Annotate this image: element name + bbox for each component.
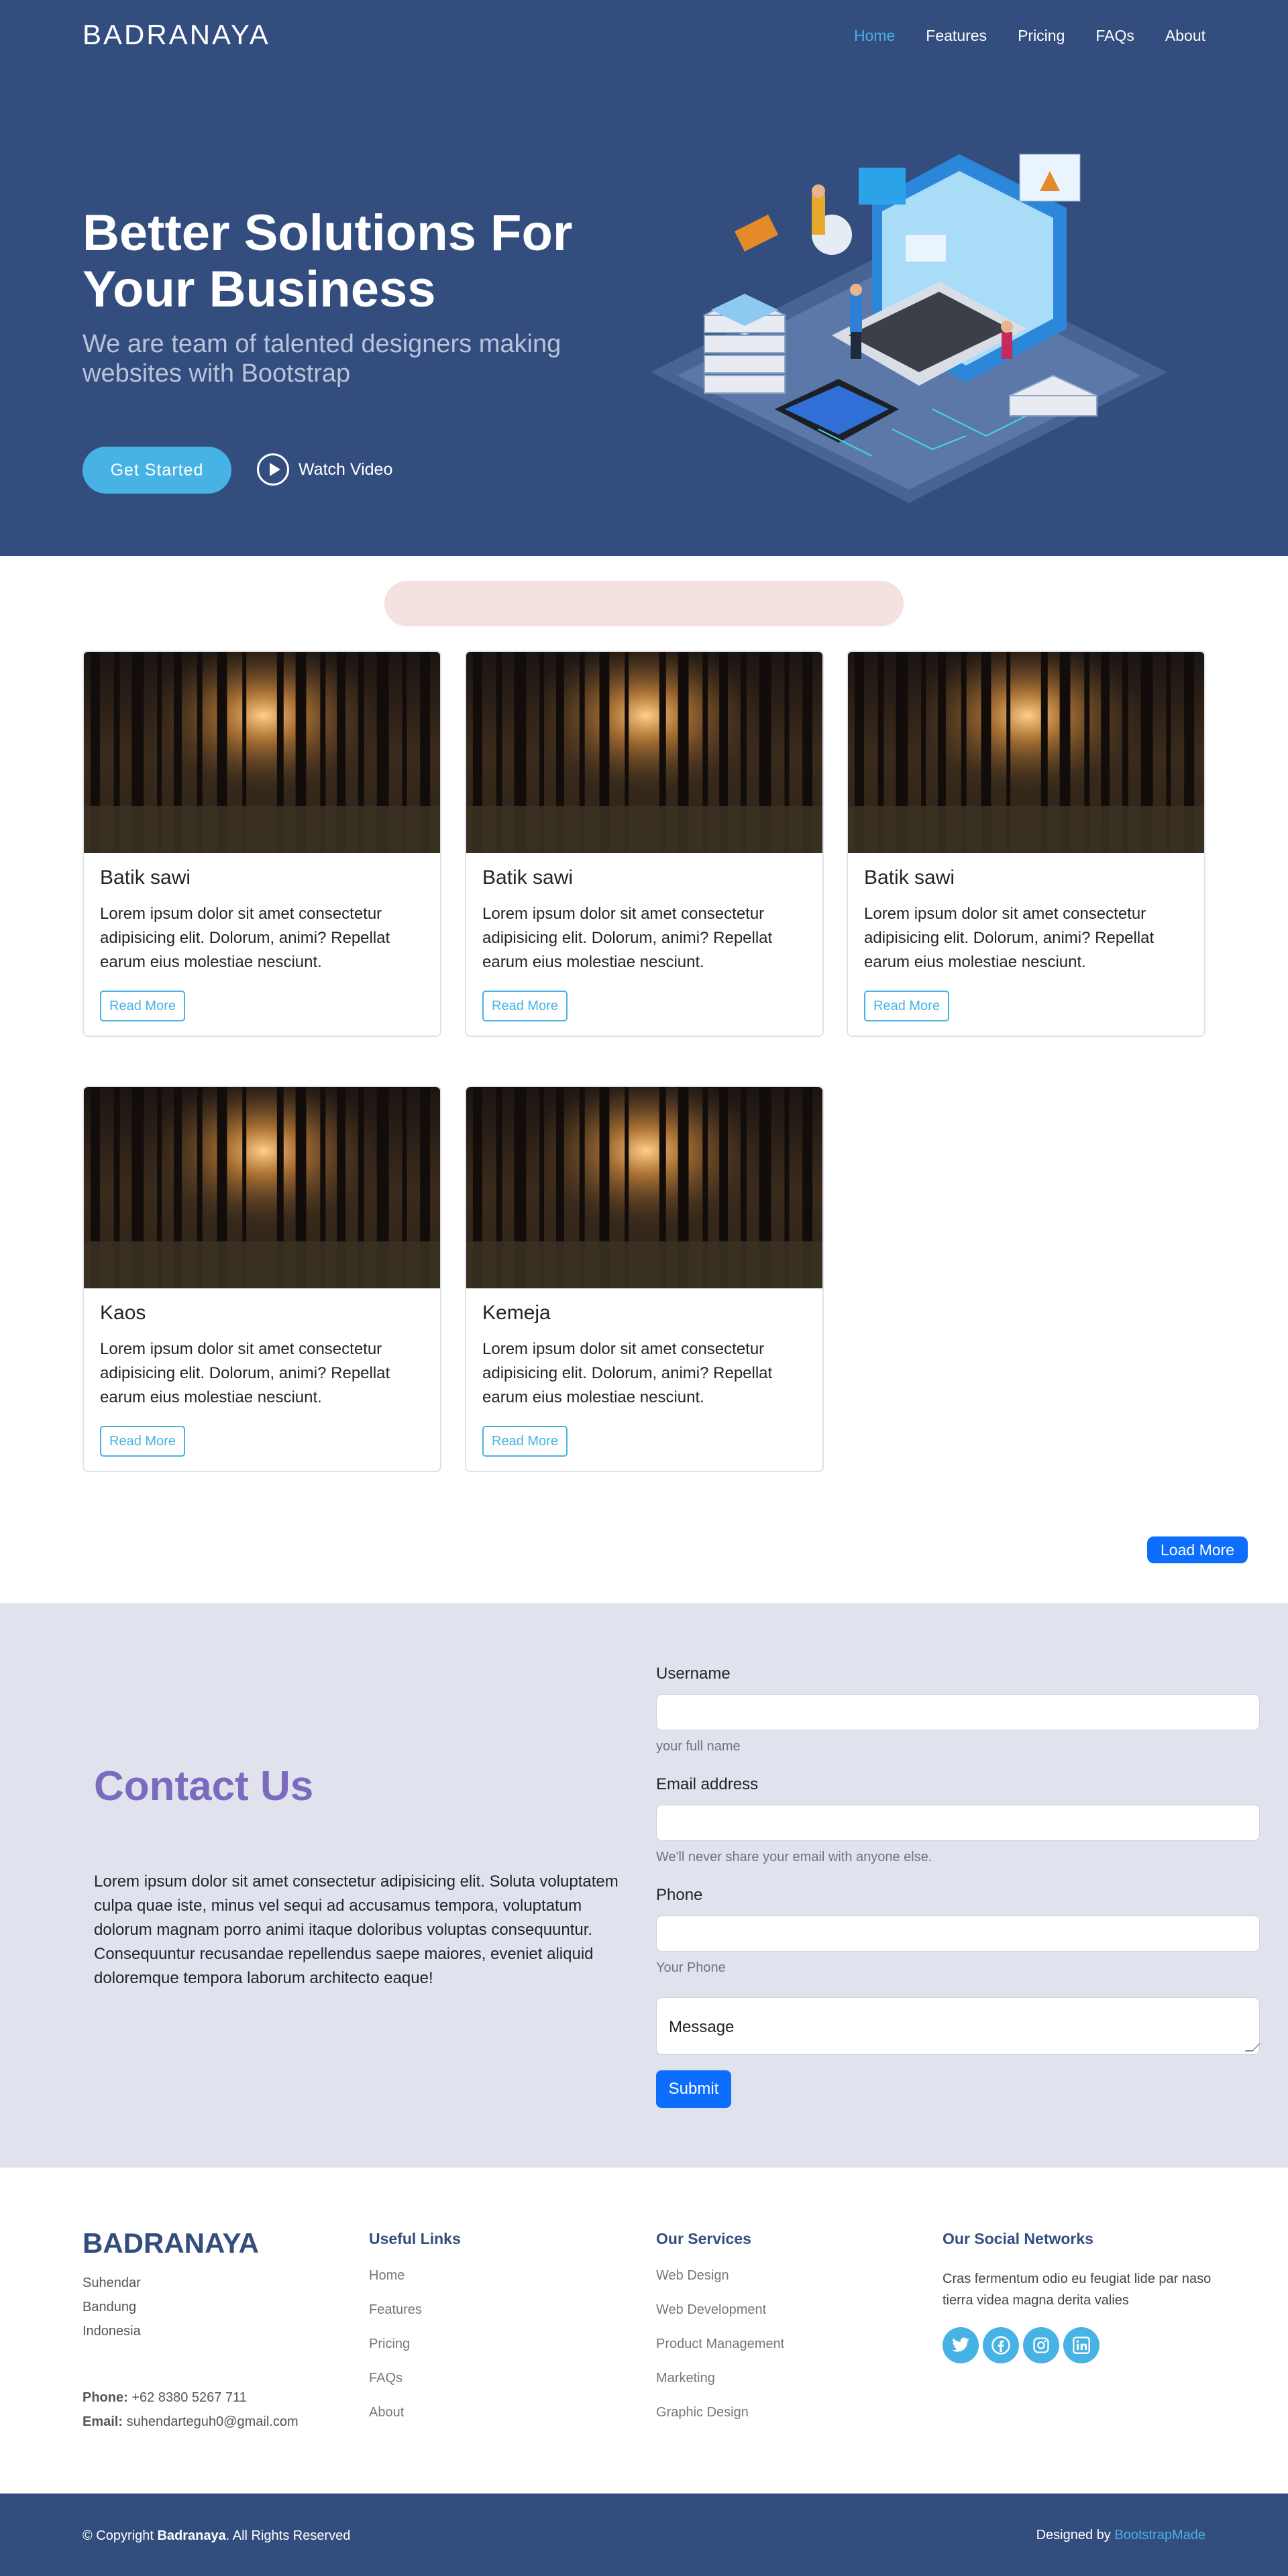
filter-bar — [384, 581, 904, 626]
footer-link-home[interactable]: Home — [369, 2268, 405, 2284]
product-image — [84, 1087, 440, 1288]
read-more-button[interactable]: Read More — [482, 991, 568, 1021]
message-textarea[interactable]: Message — [656, 1997, 1260, 2055]
copyright: © Copyright Badranaya. All Rights Reserv… — [83, 2528, 350, 2544]
product-card: Kaos Lorem ipsum dolor sit amet consecte… — [83, 1086, 441, 1472]
footer-link-about[interactable]: About — [369, 2405, 404, 2420]
username-input[interactable] — [656, 1694, 1260, 1730]
load-more-button[interactable]: Load More — [1147, 1536, 1248, 1563]
product-title: Batik sawi — [100, 866, 191, 889]
phone-label: Phone: — [83, 2390, 128, 2405]
address-line: Bandung — [83, 2300, 137, 2314]
read-more-button[interactable]: Read More — [100, 1426, 185, 1457]
product-card: Kemeja Lorem ipsum dolor sit amet consec… — [465, 1086, 824, 1472]
product-description: Lorem ipsum dolor sit amet consectetur a… — [482, 1340, 773, 1406]
product-card: Batik sawi Lorem ipsum dolor sit amet co… — [83, 651, 441, 1037]
footer-phone: Phone: +62 8380 5267 711 — [83, 2390, 247, 2406]
designer-credit: Designed by BootstrapMade — [1036, 2528, 1205, 2543]
get-started-button[interactable]: Get Started — [83, 447, 231, 494]
product-description: Lorem ipsum dolor sit amet consectetur a… — [482, 905, 773, 971]
product-description: Lorem ipsum dolor sit amet consectetur a… — [864, 905, 1155, 971]
address-line: Indonesia — [83, 2324, 141, 2339]
product-image — [84, 652, 440, 853]
play-icon — [257, 453, 289, 486]
service-link-marketing[interactable]: Marketing — [656, 2371, 715, 2386]
nav-pricing[interactable]: Pricing — [1018, 27, 1065, 45]
nav-home[interactable]: Home — [854, 27, 895, 45]
services-title: Our Services — [656, 2230, 751, 2247]
copyright-brand: Badranaya — [157, 2528, 226, 2543]
instagram-icon[interactable] — [1023, 2327, 1059, 2363]
footer-link-features[interactable]: Features — [369, 2302, 422, 2318]
product-image — [466, 652, 822, 853]
designer-link[interactable]: BootstrapMade — [1114, 2528, 1205, 2542]
product-image — [848, 652, 1204, 853]
address-line: Suhendar — [83, 2276, 141, 2290]
main-nav: Home Features Pricing FAQs About — [854, 27, 1205, 45]
footer-link-pricing[interactable]: Pricing — [369, 2337, 410, 2352]
brand-logo[interactable]: BADRANAYA — [83, 19, 270, 51]
copyright-prefix: © Copyright — [83, 2528, 154, 2543]
hero-illustration — [651, 154, 1167, 503]
facebook-icon[interactable] — [983, 2327, 1019, 2363]
footer-brand: BADRANAYA — [83, 2227, 259, 2259]
read-more-button[interactable]: Read More — [482, 1426, 568, 1457]
phone-label: Phone — [656, 1886, 703, 1904]
product-description: Lorem ipsum dolor sit amet consectetur a… — [100, 905, 390, 971]
email-input[interactable] — [656, 1805, 1260, 1841]
nav-about[interactable]: About — [1165, 27, 1205, 45]
contact-section: Contact Us Lorem ipsum dolor sit amet co… — [0, 1603, 1288, 2168]
nav-features[interactable]: Features — [926, 27, 987, 45]
phone-hint: Your Phone — [656, 1960, 726, 1975]
service-link-product-management[interactable]: Product Management — [656, 2337, 784, 2352]
hero-title: Better Solutions For Your Business — [83, 205, 573, 318]
twitter-icon[interactable] — [943, 2327, 979, 2363]
hero-subtitle: We are team of talented designers making… — [83, 330, 561, 388]
watch-video-button[interactable]: Watch Video — [257, 453, 392, 486]
service-link-web-development[interactable]: Web Development — [656, 2302, 766, 2318]
username-hint: your full name — [656, 1739, 741, 1754]
phone-input[interactable] — [656, 1915, 1260, 1952]
bottom-bar: © Copyright Badranaya. All Rights Reserv… — [0, 2494, 1288, 2576]
product-image — [466, 1087, 822, 1288]
service-link-graphic-design[interactable]: Graphic Design — [656, 2405, 749, 2420]
product-description: Lorem ipsum dolor sit amet consectetur a… — [100, 1340, 390, 1406]
hero-section: BADRANAYA Home Features Pricing FAQs Abo… — [0, 0, 1288, 556]
phone-value: +62 8380 5267 711 — [131, 2390, 247, 2405]
username-label: Username — [656, 1665, 731, 1683]
footer-link-faqs[interactable]: FAQs — [369, 2371, 402, 2386]
email-label: Email address — [656, 1775, 759, 1793]
watch-video-label: Watch Video — [299, 459, 393, 479]
product-title: Kemeja — [482, 1302, 551, 1324]
product-title: Batik sawi — [482, 866, 574, 889]
service-link-web-design[interactable]: Web Design — [656, 2268, 729, 2284]
linkedin-icon[interactable] — [1063, 2327, 1099, 2363]
email-label: Email: — [83, 2414, 123, 2429]
product-title: Batik sawi — [864, 866, 955, 889]
social-description: Cras fermentum odio eu feugiat lide par … — [943, 2272, 1212, 2308]
product-title: Kaos — [100, 1302, 146, 1324]
read-more-button[interactable]: Read More — [864, 991, 949, 1021]
email-value: suhendarteguh0@gmail.com — [126, 2414, 299, 2429]
product-card: Batik sawi Lorem ipsum dolor sit amet co… — [465, 651, 824, 1037]
contact-description: Lorem ipsum dolor sit amet consectetur a… — [94, 1872, 619, 1987]
useful-links-title: Useful Links — [369, 2230, 461, 2247]
product-card: Batik sawi Lorem ipsum dolor sit amet co… — [847, 651, 1205, 1037]
copyright-suffix: . All Rights Reserved — [225, 2528, 351, 2543]
read-more-button[interactable]: Read More — [100, 991, 185, 1021]
footer-email: Email: suhendarteguh0@gmail.com — [83, 2414, 299, 2430]
email-hint: We'll never share your email with anyone… — [656, 1850, 932, 1864]
submit-button[interactable]: Submit — [656, 2070, 731, 2108]
designed-by-label: Designed by — [1036, 2528, 1111, 2542]
social-title: Our Social Networks — [943, 2230, 1093, 2247]
contact-title: Contact Us — [94, 1763, 314, 1809]
nav-faqs[interactable]: FAQs — [1095, 27, 1134, 45]
